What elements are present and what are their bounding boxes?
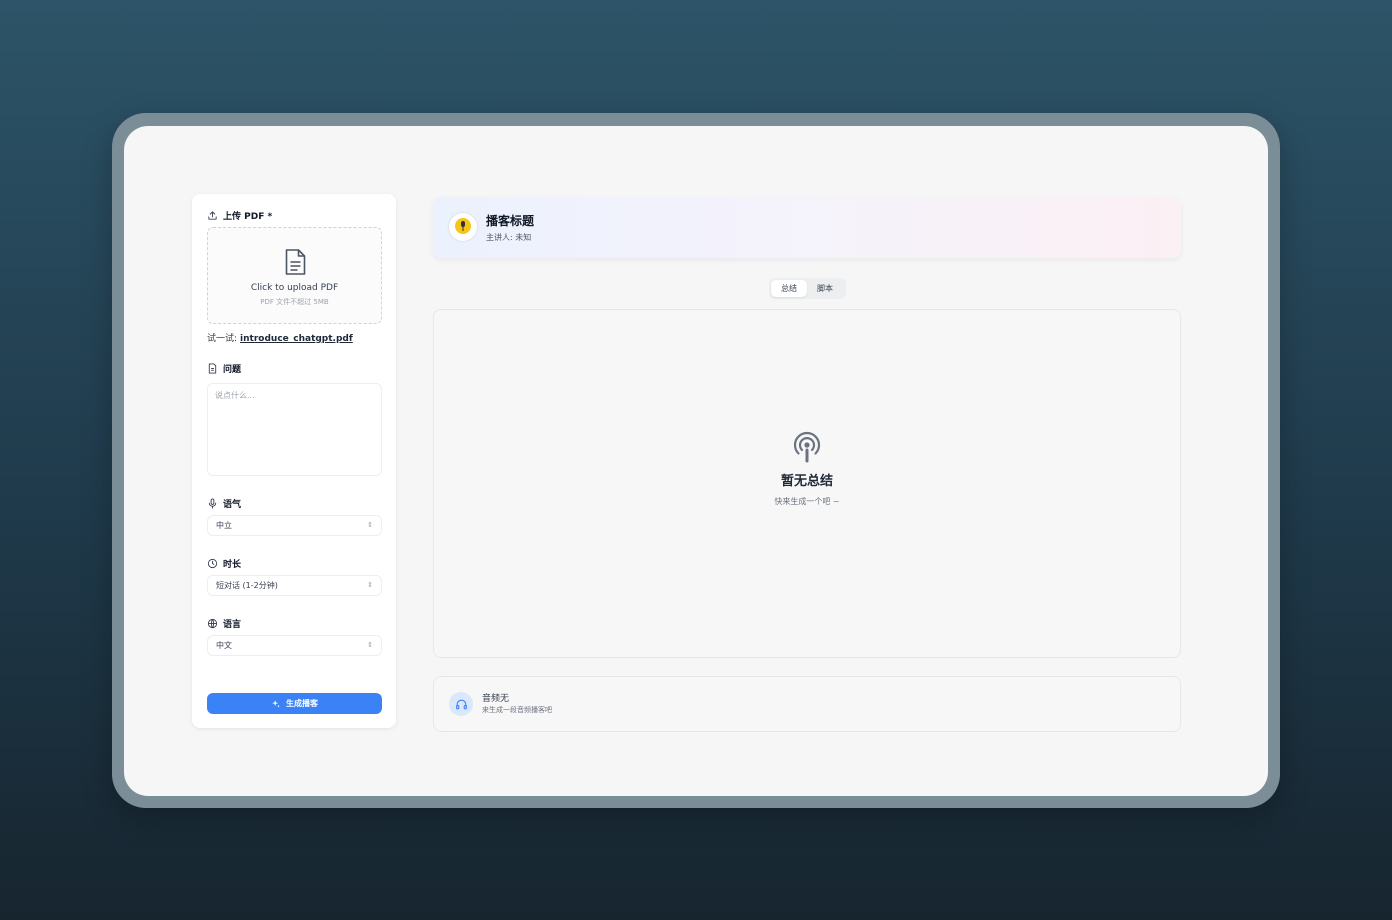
summary-panel: 暂无总结 快来生成一个吧 ~ <box>433 309 1181 658</box>
document-icon <box>208 363 217 374</box>
duration-value: 短对话 (1-2分钟) <box>216 581 278 590</box>
language-label: 语言 <box>207 617 241 630</box>
empty-summary-title: 暂无总结 <box>780 474 833 489</box>
tab-script[interactable]: 脚本 <box>807 280 843 297</box>
audio-icon-badge <box>449 692 473 716</box>
chevron-updown-icon: ⇕ <box>367 581 373 589</box>
upload-label-text: 上传 PDF * <box>223 212 273 222</box>
podcast-header: 播客标题 主讲人: 未知 <box>433 197 1181 258</box>
headphones-icon <box>455 699 467 709</box>
language-select[interactable]: 中文 ⇕ <box>207 635 382 656</box>
app-container: 上传 PDF * Click to upload PDF PDF 文件不超过 5… <box>184 186 1208 736</box>
question-label-text: 问题 <box>223 365 242 375</box>
audio-title: 音频无 <box>482 694 510 704</box>
example-pdf-link[interactable]: introduce_chatgpt.pdf <box>240 334 353 344</box>
tone-value: 中立 <box>216 521 232 530</box>
microphone-icon <box>461 221 465 231</box>
duration-select[interactable]: 短对话 (1-2分钟) ⇕ <box>207 575 382 596</box>
question-label: 问题 <box>207 362 241 375</box>
chevron-updown-icon: ⇕ <box>367 641 373 649</box>
settings-panel: 上传 PDF * Click to upload PDF PDF 文件不超过 5… <box>192 194 396 728</box>
sparkle-icon <box>272 699 280 707</box>
question-input[interactable] <box>207 383 382 476</box>
upload-icon <box>208 211 217 220</box>
pdf-upload-dropzone[interactable]: Click to upload PDF PDF 文件不超过 5MB <box>207 227 382 324</box>
try-example: 试一试: introduce_chatgpt.pdf <box>207 331 353 344</box>
globe-icon <box>207 618 218 629</box>
empty-summary-hint: 快来生成一个吧 ~ <box>774 497 840 506</box>
clock-icon <box>207 558 218 569</box>
tone-label-text: 语气 <box>223 500 242 510</box>
duration-label: 时长 <box>207 557 241 570</box>
upload-hint: PDF 文件不超过 5MB <box>260 298 329 306</box>
avatar <box>449 213 477 241</box>
file-icon <box>285 249 306 275</box>
podcast-icon <box>793 431 821 463</box>
audio-panel: 音频无 来生成一段音频播客吧 <box>433 676 1181 732</box>
podcast-title: 播客标题 <box>486 214 535 228</box>
duration-label-text: 时长 <box>223 560 242 570</box>
generate-button-label: 生成播客 <box>286 699 318 708</box>
tone-select[interactable]: 中立 ⇕ <box>207 515 382 536</box>
language-value: 中文 <box>216 641 232 650</box>
tone-label: 语气 <box>207 497 241 510</box>
upload-title: Click to upload PDF <box>250 283 339 293</box>
content-tabs: 总结 脚本 <box>769 278 846 299</box>
microphone-icon <box>208 498 217 509</box>
try-prefix: 试一试: <box>207 334 238 344</box>
tab-summary[interactable]: 总结 <box>771 280 807 297</box>
app-screen: 上传 PDF * Click to upload PDF PDF 文件不超过 5… <box>124 126 1268 796</box>
upload-label: 上传 PDF * <box>207 209 272 222</box>
language-label-text: 语言 <box>223 620 242 630</box>
chevron-updown-icon: ⇕ <box>367 521 373 529</box>
generate-podcast-button[interactable]: 生成播客 <box>207 693 382 714</box>
podcast-host: 主讲人: 未知 <box>486 233 532 242</box>
audio-subtitle: 来生成一段音频播客吧 <box>482 706 552 714</box>
